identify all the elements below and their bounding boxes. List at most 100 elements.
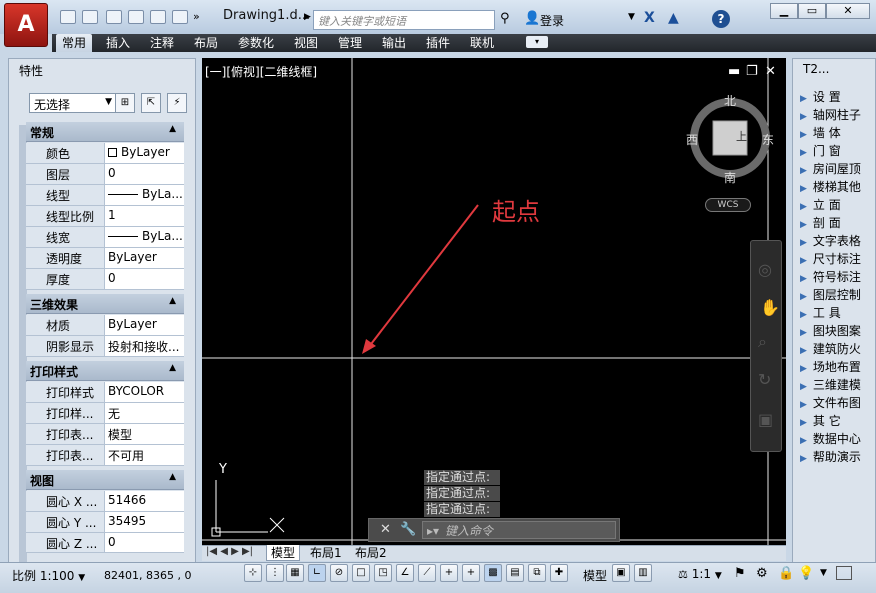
tool-palette-item[interactable]: ▶ 房间屋顶 [800, 160, 872, 178]
binoculars-icon[interactable]: ⚲ [500, 11, 510, 26]
restore-window-button[interactable]: ▭ [798, 3, 826, 19]
model-space-button[interactable]: 模型 [583, 567, 607, 584]
close-window-button[interactable]: ✕ [826, 3, 870, 19]
expand-arrow-icon[interactable]: ▶ [304, 12, 311, 22]
tool-palette-item[interactable]: ▶ 图层控制 [800, 286, 872, 304]
tab-nav-arrows-icon[interactable]: |◀ ◀ ▶ ▶| [206, 546, 253, 557]
tab-layout1[interactable]: 布局1 [306, 545, 346, 561]
redo-icon[interactable] [172, 10, 188, 24]
property-row[interactable]: 颜色 ByLayer [26, 143, 184, 164]
help-button[interactable]: ? [712, 10, 730, 28]
scale-selector[interactable]: 比例 1:100 ▼ [12, 567, 85, 584]
3d-osnap-icon[interactable]: ◳ [374, 564, 392, 582]
section-3d-effects[interactable]: 三维效果 ▲ [26, 294, 184, 314]
property-row[interactable]: 打印样式 BYCOLOR [26, 382, 184, 403]
tab-plugins[interactable]: 插件 [420, 34, 456, 52]
property-row[interactable]: 圆心 X ... 51466 [26, 491, 184, 512]
pan-icon[interactable]: ✋ [760, 298, 780, 317]
wcs-menu[interactable]: WCS [705, 198, 751, 212]
transparency-icon[interactable]: ▩ [484, 564, 502, 582]
tool-palette-item[interactable]: ▶ 工 具 [800, 304, 872, 322]
search-input[interactable]: 键入关键字或短语 [313, 10, 495, 30]
save-icon[interactable] [106, 10, 122, 24]
viewport-minimize-icon[interactable]: ▬ [728, 64, 740, 79]
tab-insert[interactable]: 插入 [100, 34, 136, 52]
compass-east[interactable]: 东 [762, 131, 774, 148]
tool-palette-item[interactable]: ▶ 帮助演示 [800, 448, 872, 466]
selection-dropdown[interactable]: 无选择 ▼ [29, 93, 117, 113]
compass-north[interactable]: 北 [724, 92, 736, 109]
otrack-icon[interactable]: ∠ [396, 564, 414, 582]
tool-palette-item[interactable]: ▶ 尺寸标注 [800, 250, 872, 268]
tool-palette-item[interactable]: ▶ 三维建模 [800, 376, 872, 394]
compass-west[interactable]: 西 [686, 131, 698, 148]
object-snap-icon[interactable]: □ [352, 564, 370, 582]
tool-palette-item[interactable]: ▶ 楼梯其他 [800, 178, 872, 196]
ortho-mode-icon[interactable]: ∟ [308, 564, 326, 582]
dynamic-ucs-icon[interactable]: ⟋ [418, 564, 436, 582]
status-menu-icon[interactable]: ▼ [820, 568, 827, 578]
new-file-icon[interactable] [60, 10, 76, 24]
tab-layout[interactable]: 布局 [188, 34, 224, 52]
tool-palette-item[interactable]: ▶ 场地布置 [800, 358, 872, 376]
property-row[interactable]: 圆心 Y ... 35495 [26, 512, 184, 533]
ribbon-toggle-icon[interactable]: ▾ [526, 36, 548, 48]
tab-view[interactable]: 视图 [288, 34, 324, 52]
open-file-icon[interactable] [82, 10, 98, 24]
viewport-restore-icon[interactable]: ❐ [746, 64, 758, 79]
tab-layout2[interactable]: 布局2 [351, 545, 391, 561]
login-dropdown-icon[interactable]: ▼ [628, 12, 635, 22]
close-icon[interactable]: ✕ [380, 522, 391, 537]
save-as-icon[interactable] [128, 10, 144, 24]
orbit-icon[interactable]: ↻ [758, 370, 771, 389]
tool-palette-item[interactable]: ▶ 建筑防火 [800, 340, 872, 358]
minimize-window-button[interactable]: ▁ [770, 3, 798, 19]
property-row[interactable]: 打印表... 模型 [26, 424, 184, 445]
exchange-icon[interactable]: X [644, 10, 655, 26]
showmotion-icon[interactable]: ▣ [758, 410, 773, 429]
property-row[interactable]: 透明度 ByLayer [26, 248, 184, 269]
more-commands-icon[interactable]: » [193, 10, 200, 23]
command-input[interactable]: ▸▾ 键入命令 [422, 521, 616, 539]
steering-wheel-icon[interactable]: ◎ [758, 260, 772, 279]
property-row[interactable]: 线宽 ByLa... [26, 227, 184, 248]
viewport-controls-label[interactable]: [一][俯视][二维线框] [205, 63, 317, 80]
tool-palette-item[interactable]: ▶ 墙 体 [800, 124, 872, 142]
application-menu-button[interactable]: A [4, 3, 48, 47]
property-row[interactable]: 打印表... 不可用 [26, 445, 184, 466]
tool-palette-item[interactable]: ▶ 立 面 [800, 196, 872, 214]
snap-mode-icon[interactable]: ⋮ [266, 564, 284, 582]
quick-view-drawings-icon[interactable]: ▥ [634, 564, 652, 582]
property-row[interactable]: 圆心 Z ... 0 [26, 533, 184, 553]
tab-online[interactable]: 联机 [464, 34, 500, 52]
section-plot-style[interactable]: 打印样式 ▲ [26, 361, 184, 381]
section-view[interactable]: 视图 ▲ [26, 470, 184, 490]
compass-south[interactable]: 南 [724, 169, 736, 186]
tab-model[interactable]: 模型 [266, 545, 301, 561]
annotation-scale[interactable]: ⚖ 1:1 ▼ [678, 567, 722, 581]
tool-palette-item[interactable]: ▶ 文件布图 [800, 394, 872, 412]
workspace-switching-icon[interactable]: ⚙ [756, 566, 768, 581]
tab-output[interactable]: 输出 [376, 34, 412, 52]
wrench-icon[interactable]: 🔧 [400, 522, 416, 537]
polar-tracking-icon[interactable]: ⊘ [330, 564, 348, 582]
tool-palette-item[interactable]: ▶ 轴网柱子 [800, 106, 872, 124]
tool-palette-item[interactable]: ▶ 设 置 [800, 88, 872, 106]
quick-properties-icon[interactable]: ▤ [506, 564, 524, 582]
quick-view-layouts-icon[interactable]: ▣ [612, 564, 630, 582]
tool-palette-item[interactable]: ▶ 剖 面 [800, 214, 872, 232]
annotation-visibility-icon[interactable]: ⚑ [734, 566, 746, 581]
dynamic-input-icon[interactable]: + [440, 564, 458, 582]
toggle-pickadd-icon[interactable]: ⊞ [115, 93, 135, 113]
select-objects-icon[interactable]: ⇱ [141, 93, 161, 113]
login-button[interactable]: 登录 [540, 12, 564, 29]
quick-select-icon[interactable]: ⚡ [167, 93, 187, 113]
tool-palette-item[interactable]: ▶ 数据中心 [800, 430, 872, 448]
property-row[interactable]: 打印样... 无 [26, 403, 184, 424]
autodesk-apps-icon[interactable]: ▲ [668, 10, 679, 26]
tool-palette-item[interactable]: ▶ 门 窗 [800, 142, 872, 160]
undo-icon[interactable] [150, 10, 166, 24]
lock-icon[interactable]: 🔒 [778, 566, 794, 581]
viewport-close-icon[interactable]: ✕ [765, 64, 776, 79]
selection-cycling-icon[interactable]: ⧉ [528, 564, 546, 582]
